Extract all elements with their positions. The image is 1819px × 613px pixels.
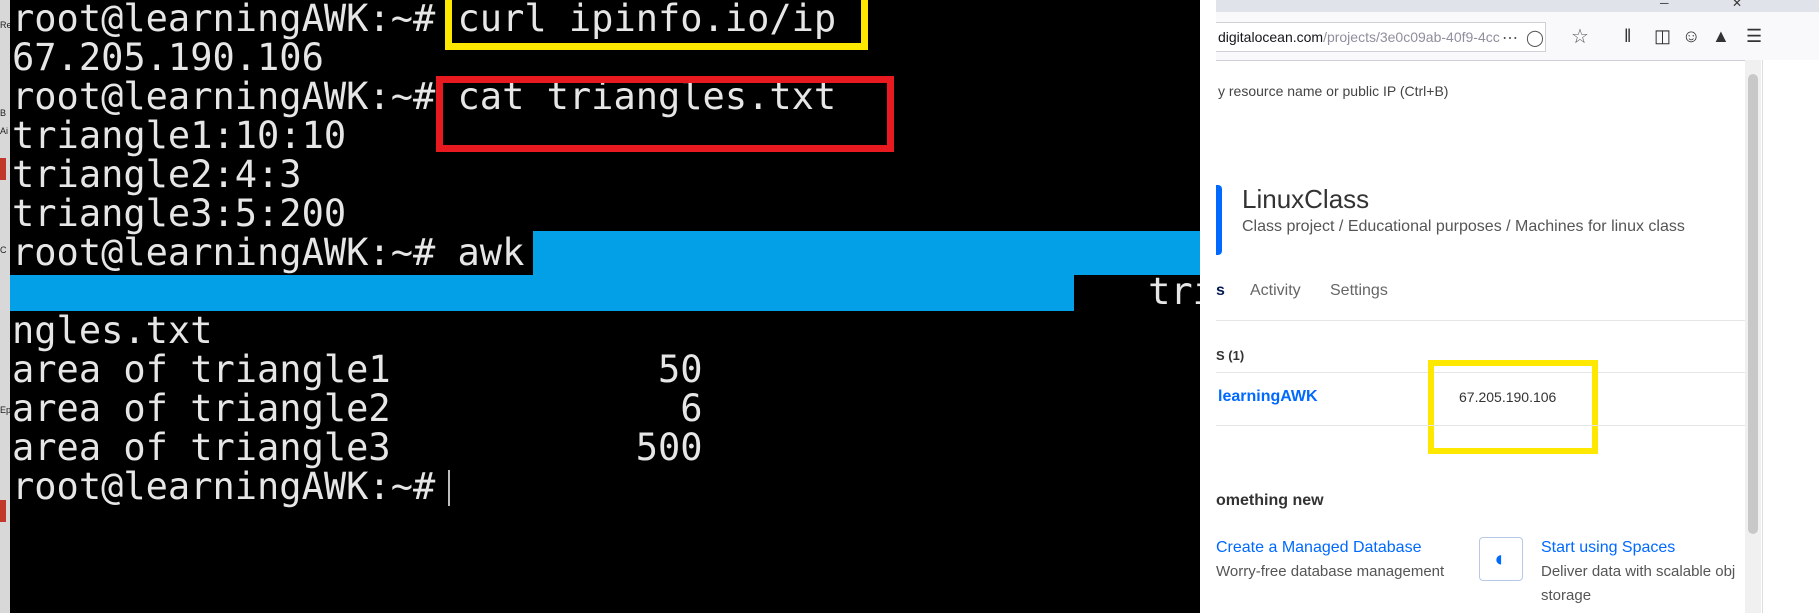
redaction-bar: [533, 231, 1200, 275]
search-placeholder[interactable]: y resource name or public IP (Ctrl+B): [1218, 83, 1448, 99]
terminal-line: area of triangle1 50: [12, 348, 703, 391]
page-gutter: [1761, 60, 1819, 613]
browser-window: ─ ✕ digitalocean.com/projects/3e0c09ab-4…: [1216, 0, 1819, 613]
url-path: /projects/3e0c09ab-40f9-4cc: [1323, 29, 1500, 45]
url-domain: digitalocean.com: [1218, 29, 1324, 45]
highlight-box-red: [436, 76, 894, 152]
terminal-line: ngles.txt: [12, 309, 213, 352]
desktop-icon: [0, 158, 6, 180]
highlight-box-yellow: [445, 0, 868, 50]
scrollbar[interactable]: [1745, 60, 1761, 613]
project-icon: [1216, 185, 1222, 255]
tab-resources[interactable]: s: [1216, 282, 1225, 300]
spaces-icon: ◐: [1479, 537, 1523, 581]
bookmark-star-icon[interactable]: ☆: [1571, 24, 1589, 49]
card-description: storage: [1541, 587, 1592, 604]
project-title: LinuxClass: [1242, 184, 1370, 214]
terminal-line: root@learningAWK:~#: [12, 465, 458, 508]
divider: [1762, 60, 1763, 613]
extension-icon[interactable]: ▲: [1712, 26, 1730, 47]
desktop-label: C: [0, 245, 7, 255]
section-header: S (1): [1216, 348, 1245, 363]
close-icon[interactable]: ✕: [1732, 0, 1742, 10]
desktop-label: B: [0, 108, 7, 118]
terminal-line: 67.205.190.106: [12, 36, 324, 79]
terminal-line: area of triangle2 6: [12, 387, 703, 430]
desktop-label: Ep: [0, 405, 12, 415]
address-bar[interactable]: digitalocean.com/projects/3e0c09ab-40f9-…: [1216, 22, 1546, 52]
terminal-line: root@learningAWK:~# awk: [12, 231, 525, 274]
droplet-link[interactable]: learningAWK: [1218, 388, 1318, 406]
card-description: Deliver data with scalable obj: [1541, 563, 1736, 580]
pocket-icon[interactable]: ◯: [1526, 28, 1544, 48]
card-description: Worry-free database management: [1216, 563, 1445, 580]
divider: [1216, 425, 1746, 426]
terminal-line: area of triangle3 500: [12, 426, 703, 469]
terminal-line: triangle3:5:200: [12, 192, 347, 235]
terminal-window[interactable]: root@learningAWK:~# curl ipinfo.io/ip 67…: [10, 0, 1200, 613]
sidebar-icon[interactable]: ◫: [1654, 26, 1671, 47]
terminal-line: triangle1:10:10: [12, 114, 347, 157]
start-spaces-link[interactable]: Start using Spaces: [1541, 539, 1675, 557]
title-bar: ─ ✕: [1216, 0, 1819, 12]
tab-activity[interactable]: Activity: [1250, 282, 1301, 300]
minimize-icon[interactable]: ─: [1660, 0, 1669, 10]
scrollbar-thumb[interactable]: [1748, 74, 1758, 534]
redaction-bar: [10, 275, 1074, 311]
desktop-label: Re: [0, 20, 12, 30]
tab-settings[interactable]: Settings: [1330, 282, 1388, 300]
desktop-label: Ai: [0, 126, 9, 136]
more-icon[interactable]: ⋯: [1502, 28, 1518, 48]
section-header: omething new: [1216, 492, 1324, 509]
terminal-line: triangle2:4:3: [12, 153, 302, 196]
desktop-icon: [0, 500, 6, 522]
account-icon[interactable]: ☺: [1682, 26, 1700, 47]
library-icon[interactable]: ‖: [1624, 26, 1631, 47]
project-subtitle: Class project / Educational purposes / M…: [1242, 218, 1685, 235]
divider: [1216, 320, 1746, 321]
highlight-box-yellow: [1428, 360, 1598, 454]
browser-toolbar: digitalocean.com/projects/3e0c09ab-40f9-…: [1216, 12, 1819, 61]
terminal-cursor: [448, 470, 450, 506]
create-database-link[interactable]: Create a Managed Database: [1216, 539, 1421, 557]
menu-icon[interactable]: ☰: [1746, 26, 1762, 47]
